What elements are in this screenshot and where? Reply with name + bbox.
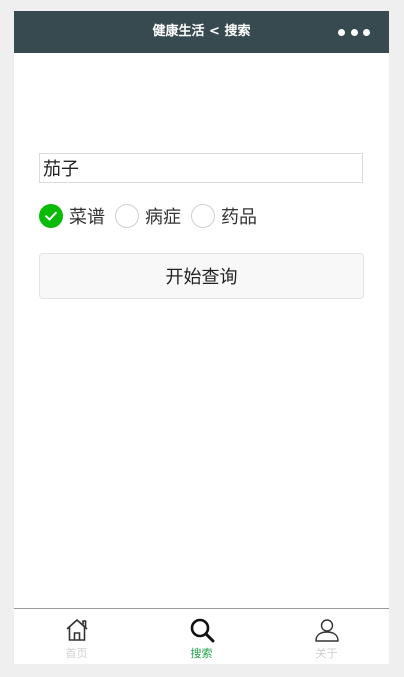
radio-label: 药品	[221, 207, 257, 228]
home-icon	[65, 619, 88, 641]
radio-checked-icon[interactable]	[39, 204, 63, 228]
tab-bar: 首页 搜索 关于	[14, 608, 389, 664]
dot	[363, 28, 370, 36]
navigation-bar: 健康生活 < 搜索	[14, 11, 389, 53]
dot	[338, 28, 345, 36]
radio-unchecked-icon[interactable]	[191, 204, 215, 228]
tab-label: 关于	[315, 647, 338, 660]
page-title: 健康生活 < 搜索	[152, 24, 251, 39]
radio-recipe[interactable]: 菜谱	[39, 203, 105, 229]
category-radio-group: 菜谱 病症 药品	[39, 203, 267, 229]
user-icon	[314, 619, 339, 642]
search-icon	[190, 618, 214, 643]
tab-home[interactable]: 首页	[14, 609, 139, 664]
tab-search[interactable]: 搜索	[139, 609, 264, 664]
radio-medicine[interactable]: 药品	[191, 203, 257, 229]
app-screen: 健康生活 < 搜索 菜谱 病症 药品 开始查询	[14, 11, 389, 664]
tab-label: 首页	[65, 647, 88, 660]
radio-unchecked-icon[interactable]	[115, 204, 139, 228]
tab-label: 搜索	[190, 647, 213, 660]
radio-label: 病症	[145, 207, 181, 228]
start-query-button[interactable]: 开始查询	[39, 253, 364, 299]
more-dots-icon[interactable]	[338, 28, 370, 36]
tab-about[interactable]: 关于	[264, 609, 389, 664]
search-input[interactable]	[39, 153, 363, 183]
dot	[350, 28, 358, 36]
radio-label: 菜谱	[69, 207, 105, 228]
radio-illness[interactable]: 病症	[115, 203, 181, 229]
